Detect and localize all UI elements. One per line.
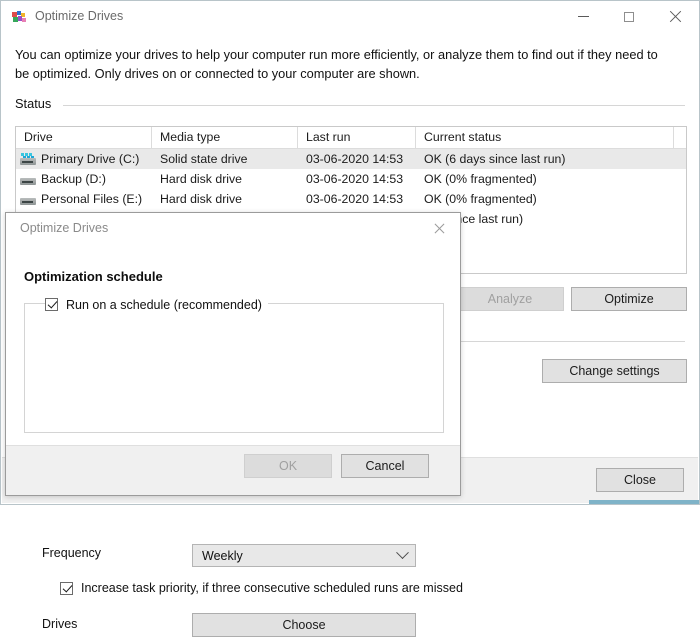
drive-cell: Primary Drive (C:) [16,149,152,169]
change-settings-button[interactable]: Change settings [542,359,687,383]
dialog-title: Optimize Drives [20,221,108,235]
defrag-tiles-icon [11,9,27,25]
media-type-cell: Hard disk drive [152,169,298,189]
checkbox-icon [60,582,73,595]
intro-text: You can optimize your drives to help you… [15,45,675,83]
chevron-down-icon [389,551,415,560]
desktop-edge-strip [589,500,699,504]
choose-drives-button[interactable]: Choose [192,613,416,637]
table-row[interactable]: Backup (D:) Hard disk drive 03-06-2020 1… [16,169,686,189]
minimize-icon [578,16,589,17]
last-run-cell: 03-06-2020 14:53 [298,149,416,169]
dialog-heading: Optimization schedule [24,269,163,284]
current-status-cell: OK (0% fragmented) [416,189,674,209]
media-type-cell: Solid state drive [152,149,298,169]
column-header-last-run[interactable]: Last run [298,127,416,148]
drive-cell: Personal Files (E:) [16,189,152,209]
increase-task-priority-checkbox[interactable]: Increase task priority, if three consecu… [60,581,463,595]
analyze-button[interactable]: Analyze [456,287,564,311]
column-header-drive[interactable]: Drive [16,127,152,148]
run-on-schedule-label: Run on a schedule (recommended) [66,298,262,312]
frequency-select[interactable]: Weekly [192,544,416,567]
minimize-button[interactable] [560,1,606,32]
drive-name: Personal Files (E:) [41,189,142,209]
current-status-cell: OK (6 days since last run) [416,149,674,169]
frequency-label: Frequency [42,546,101,560]
window-titlebar: Optimize Drives [1,1,699,32]
ok-button[interactable]: OK [244,454,332,478]
hard-disk-drive-icon [20,193,36,206]
frequency-value: Weekly [193,549,389,563]
maximize-button[interactable] [606,1,652,32]
column-header-current-status[interactable]: Current status [416,127,674,148]
schedule-group-box: Run on a schedule (recommended) [24,303,444,433]
maximize-icon [624,12,634,22]
optimization-schedule-dialog: Optimize Drives Optimization schedule Ru… [5,212,461,496]
last-run-cell: 03-06-2020 14:53 [298,169,416,189]
column-header-media[interactable]: Media type [152,127,298,148]
close-window-button[interactable] [652,1,698,32]
close-button[interactable]: Close [596,468,684,492]
ssd-drive-icon [20,153,36,166]
optimize-drives-window: Optimize Drives You can optimize your dr… [0,0,700,505]
close-icon [434,223,445,234]
table-row[interactable]: Personal Files (E:) Hard disk drive 03-0… [16,189,686,209]
media-type-cell: Hard disk drive [152,189,298,209]
drives-label: Drives [42,617,77,631]
checkbox-icon [45,298,58,311]
current-status-cell: OK (0% fragmented) [416,169,674,189]
dialog-titlebar: Optimize Drives [6,213,460,243]
dialog-close-button[interactable] [418,213,460,243]
drive-name: Primary Drive (C:) [41,149,139,169]
last-run-cell: 03-06-2020 14:53 [298,189,416,209]
optimize-button[interactable]: Optimize [571,287,687,311]
run-on-schedule-checkbox[interactable]: Run on a schedule (recommended) [45,296,268,313]
cancel-button[interactable]: Cancel [341,454,429,478]
status-section-label: Status [15,96,51,111]
window-title: Optimize Drives [35,9,123,23]
drive-cell: Backup (D:) [16,169,152,189]
increase-task-priority-label: Increase task priority, if three consecu… [81,581,463,595]
column-header-spare [674,127,686,148]
drive-name: Backup (D:) [41,169,106,189]
drive-list-header: Drive Media type Last run Current status [16,127,686,149]
hard-disk-drive-icon [20,173,36,186]
table-row[interactable]: Primary Drive (C:) Solid state drive 03-… [16,149,686,169]
status-section-divider [63,105,685,106]
close-icon [669,11,681,23]
